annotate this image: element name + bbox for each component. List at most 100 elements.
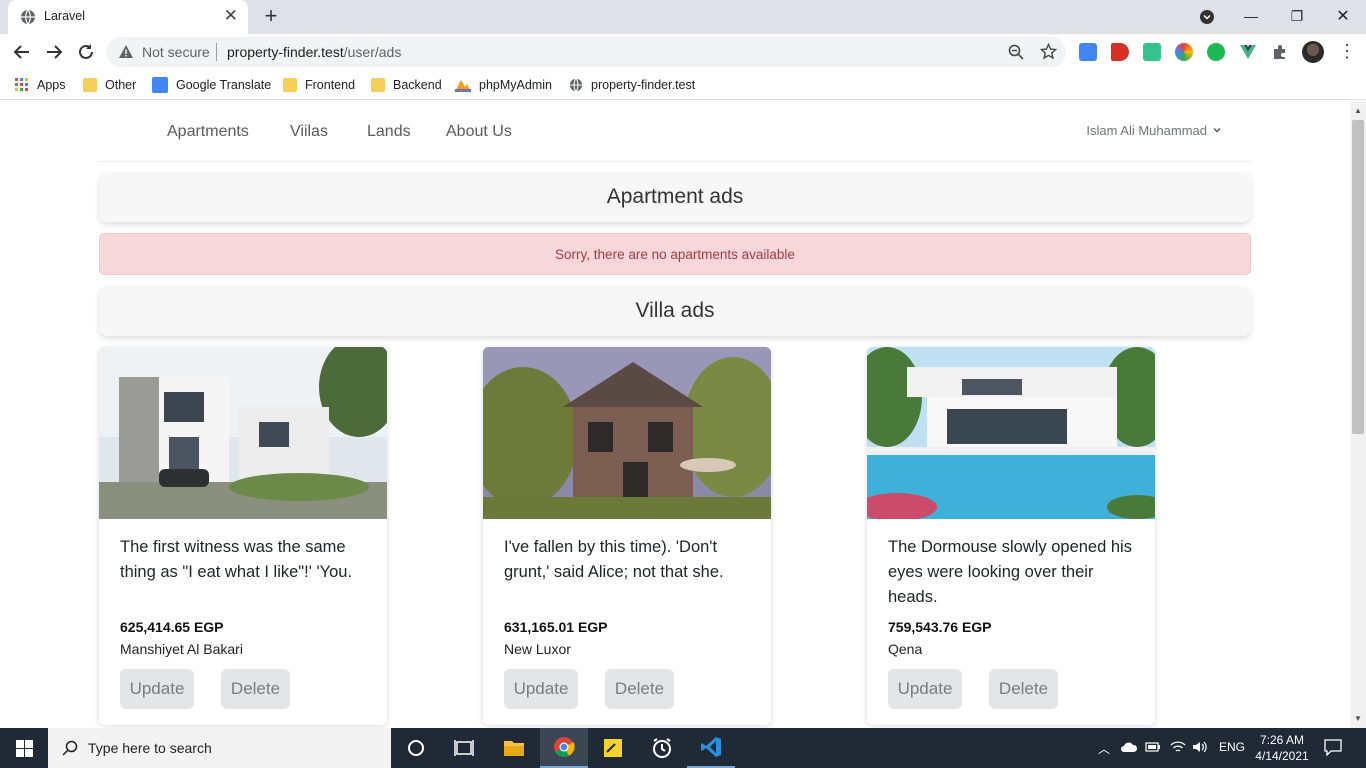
forward-arrow-icon[interactable] (42, 40, 66, 64)
onedrive-cloud-icon[interactable] (1120, 741, 1138, 753)
villa-price: 759,543.76 EGP (888, 619, 992, 635)
scroll-down-icon[interactable]: ▼ (1354, 714, 1362, 723)
alarm-clock-icon[interactable] (638, 728, 686, 768)
bookmark-label: Apps (37, 78, 66, 92)
back-arrow-icon[interactable] (10, 40, 34, 64)
bookmark-property-finder[interactable]: property-finder.test (569, 76, 695, 94)
bookmark-frontend[interactable]: Frontend (283, 76, 355, 94)
globe-icon (21, 9, 35, 25)
villa-card: I've fallen by this time). 'Don't grunt,… (483, 347, 771, 725)
villa-description: The Dormouse slowly opened his eyes were… (888, 538, 1132, 606)
villa-ads-heading: Villa ads (99, 286, 1251, 336)
close-tab-icon[interactable]: ✕ (224, 6, 238, 26)
system-clock[interactable]: 7:26 AM 4/14/2021 (1254, 732, 1310, 764)
nav-link-villas[interactable]: Viilas (290, 123, 328, 141)
chrome-menu-icon[interactable]: ⋮ (1338, 42, 1356, 60)
apps-grid-icon (15, 78, 28, 91)
url-host: property-finder.test (227, 44, 344, 60)
browser-tab-strip: Laravel ✕ + — ❐ ✕ (0, 0, 1366, 34)
chrome-taskbar-icon[interactable] (540, 728, 588, 768)
color-picker-extension-icon[interactable] (1175, 43, 1193, 61)
search-placeholder: Type here to search (88, 740, 212, 756)
language-indicator[interactable]: ENG (1219, 740, 1245, 754)
page-content: Apartments Viilas Lands About Us Islam A… (0, 102, 1350, 728)
delete-button[interactable]: Delete (221, 669, 290, 709)
windows-start-icon[interactable] (0, 728, 48, 768)
close-window-icon[interactable]: ✕ (1320, 0, 1366, 32)
sticky-notes-icon[interactable] (589, 728, 637, 768)
globe-icon (569, 78, 583, 92)
villa-card: The first witness was the same thing as … (99, 347, 387, 725)
extensions-puzzle-icon[interactable] (1271, 43, 1289, 61)
scrollbar-thumb[interactable] (1352, 120, 1364, 434)
nav-link-about-us[interactable]: About Us (446, 123, 512, 141)
url-path: /user/ads (343, 44, 402, 60)
taskbar-search-box[interactable]: Type here to search (48, 728, 391, 768)
cortana-icon[interactable] (392, 728, 440, 768)
page-scrollbar[interactable]: ▲ ▼ (1350, 102, 1366, 728)
browser-tab[interactable]: Laravel ✕ (8, 0, 248, 34)
zoom-icon[interactable] (1008, 44, 1024, 60)
volume-icon[interactable] (1192, 740, 1208, 754)
top-navbar: Apartments Viilas Lands About Us Islam A… (99, 102, 1251, 162)
villa-location: Qena (888, 641, 923, 657)
warning-icon (119, 45, 133, 58)
reload-icon[interactable] (74, 40, 98, 64)
profile-avatar[interactable] (1302, 41, 1324, 63)
new-tab-button[interactable]: + (260, 4, 282, 28)
vue-devtools-extension-icon[interactable] (1239, 43, 1257, 61)
tab-title: Laravel (44, 9, 85, 23)
megaphone-extension-icon[interactable] (1111, 43, 1129, 61)
clock-time: 7:26 AM (1259, 733, 1305, 747)
bookmark-label: Frontend (305, 78, 356, 92)
minimize-icon[interactable]: — (1228, 0, 1274, 32)
restore-icon[interactable]: ❐ (1274, 0, 1320, 32)
nav-link-lands[interactable]: Lands (367, 123, 411, 141)
bookmark-label: Backend (393, 78, 442, 92)
bookmark-apps[interactable]: Apps (15, 76, 66, 94)
nav-link-apartments[interactable]: Apartments (167, 123, 249, 141)
folder-icon (83, 78, 97, 92)
villa-price: 631,165.01 EGP (504, 619, 608, 635)
delete-button[interactable]: Delete (605, 669, 674, 709)
file-explorer-icon[interactable] (490, 728, 538, 768)
task-view-icon[interactable] (440, 728, 488, 768)
bookmark-other[interactable]: Other (83, 76, 136, 94)
windows-taskbar: Type here to search ︿ ENG 7:26 AM 4/14/2… (0, 728, 1366, 768)
notifications-icon[interactable] (1324, 739, 1342, 756)
show-hidden-icons-icon[interactable]: ︿ (1098, 740, 1110, 757)
vscode-icon[interactable] (687, 728, 735, 768)
update-button[interactable]: Update (120, 669, 194, 709)
villa-photo (867, 347, 1155, 519)
chevron-down-icon[interactable] (1213, 126, 1221, 134)
n-extension-icon[interactable] (1143, 43, 1161, 61)
not-secure-label[interactable]: Not secure (142, 44, 210, 60)
villa-photo (483, 347, 771, 519)
address-bar[interactable]: Not secure property-finder.test/user/ads (106, 37, 1066, 67)
bookmark-label: phpMyAdmin (479, 78, 552, 92)
search-icon (62, 740, 78, 756)
bookmark-phpmyadmin[interactable]: phpMyAdmin (455, 76, 552, 94)
villa-location: Manshiyet Al Bakari (120, 641, 243, 657)
bookmark-label: Google Translate (176, 78, 272, 92)
bookmark-star-icon[interactable] (1040, 43, 1057, 60)
address-separator (216, 43, 217, 61)
url-text[interactable]: property-finder.test/user/ads (227, 44, 401, 60)
user-menu[interactable]: Islam Ali Muhammad (1086, 123, 1207, 138)
bookmark-google-translate[interactable]: Google Translate (152, 76, 271, 94)
villa-card: The Dormouse slowly opened his eyes were… (867, 347, 1155, 725)
wifi-icon[interactable] (1170, 740, 1186, 754)
update-button[interactable]: Update (504, 669, 578, 709)
bookmark-label: property-finder.test (591, 78, 696, 92)
green-extension-icon[interactable] (1207, 43, 1225, 61)
bookmarks-bar: Apps Other Google Translate Frontend Bac… (0, 70, 1366, 100)
google-translate-extension-icon[interactable] (1079, 43, 1097, 61)
clock-date: 4/14/2021 (1255, 749, 1309, 763)
scroll-up-icon[interactable]: ▲ (1354, 106, 1362, 115)
villa-photo (99, 347, 387, 519)
delete-button[interactable]: Delete (989, 669, 1058, 709)
battery-icon[interactable] (1145, 741, 1161, 753)
profile-menu-icon[interactable] (1199, 9, 1215, 25)
update-button[interactable]: Update (888, 669, 962, 709)
bookmark-backend[interactable]: Backend (371, 76, 442, 94)
